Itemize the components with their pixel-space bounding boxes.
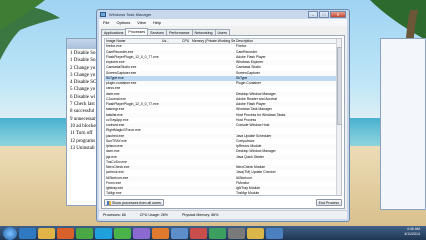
- taskbar-icon-10[interactable]: [190, 227, 207, 239]
- taskbar-icon-5[interactable]: [95, 227, 112, 239]
- taskbar-icon-2[interactable]: [38, 227, 55, 239]
- window-titlebar[interactable]: Windows Task Manager – □ ✕: [97, 10, 349, 19]
- process-cell: [191, 191, 235, 195]
- taskbar-icon-8[interactable]: [152, 227, 169, 239]
- taskbar-icon-3[interactable]: [57, 227, 74, 239]
- process-list-scrollbar[interactable]: [336, 39, 341, 195]
- status-bar: Processes: 66 CPU Usage: 26% Physical Me…: [99, 210, 347, 219]
- tab-processes[interactable]: Processes: [125, 28, 149, 35]
- shield-icon: [107, 200, 111, 205]
- taskbar-icon-14[interactable]: [266, 227, 283, 239]
- process-list[interactable]: Image Name Us... CPU Memory (Private Wor…: [104, 38, 342, 196]
- clock-date: 4/11/2014: [404, 232, 420, 236]
- menu-options[interactable]: Options: [116, 20, 130, 25]
- maximize-button[interactable]: □: [319, 11, 329, 18]
- taskbar-icon-12[interactable]: [228, 227, 245, 239]
- column-memory[interactable]: Memory (Private Working Set): [191, 39, 235, 43]
- menu-help[interactable]: Help: [153, 20, 161, 25]
- column-cpu[interactable]: CPU: [181, 39, 191, 43]
- taskbar-icon-13[interactable]: [247, 227, 264, 239]
- start-button[interactable]: [3, 226, 17, 240]
- taskbar: 4:46 AM 4/11/2014: [0, 226, 426, 240]
- menu-file[interactable]: File: [103, 20, 109, 25]
- window-controls: – □ ✕: [308, 11, 346, 18]
- process-cell: TosMgr Module: [236, 191, 260, 196]
- system-tray-clock[interactable]: 4:46 AM 4/11/2014: [404, 227, 420, 237]
- task-manager-window[interactable]: Windows Task Manager – □ ✕ File Options …: [96, 9, 350, 222]
- menu-view[interactable]: View: [137, 20, 146, 25]
- taskbar-icon-11[interactable]: [209, 227, 226, 239]
- task-manager-icon: [100, 12, 106, 17]
- column-user[interactable]: Us...: [161, 39, 181, 43]
- taskbar-icon-6[interactable]: [114, 227, 131, 239]
- column-description[interactable]: Description: [235, 39, 341, 43]
- status-cpu: CPU Usage: 26%: [139, 213, 168, 217]
- status-memory: Physical Memory: 86%: [181, 213, 219, 217]
- end-process-label: End Process: [318, 200, 339, 205]
- minimize-button[interactable]: –: [308, 11, 318, 18]
- process-cell: TcMgr.exe: [106, 191, 122, 196]
- taskbar-icon-4[interactable]: [76, 227, 93, 239]
- window-title: Windows Task Manager: [109, 12, 152, 17]
- taskbar-icon-7[interactable]: [133, 227, 150, 239]
- process-row[interactable]: TcMgr.exe TosMgr Module: [105, 191, 341, 196]
- task-manager-client: Applications Processes Services Performa…: [99, 26, 347, 219]
- end-process-button[interactable]: End Process: [315, 199, 342, 206]
- show-all-users-label: Show processes from all users: [112, 200, 161, 205]
- column-image-name[interactable]: Image Name: [105, 39, 161, 43]
- process-cell: [161, 191, 181, 195]
- show-all-users-button[interactable]: Show processes from all users: [104, 199, 164, 206]
- scrollbar-thumb[interactable]: [337, 47, 341, 125]
- status-processes: Processes: 66: [103, 213, 126, 217]
- processes-panel: Image Name Us... CPU Memory (Private Wor…: [101, 35, 345, 209]
- process-cell: [181, 191, 191, 195]
- menu-bar: File Options View Help: [99, 19, 347, 26]
- close-button[interactable]: ✕: [330, 11, 346, 18]
- process-rows: firefox.exe Firefox CamRecorder.exe CamReco…: [105, 44, 341, 196]
- taskbar-icon-9[interactable]: [171, 227, 188, 239]
- taskbar-icon-1[interactable]: [19, 227, 36, 239]
- background-right-window[interactable]: [380, 38, 426, 210]
